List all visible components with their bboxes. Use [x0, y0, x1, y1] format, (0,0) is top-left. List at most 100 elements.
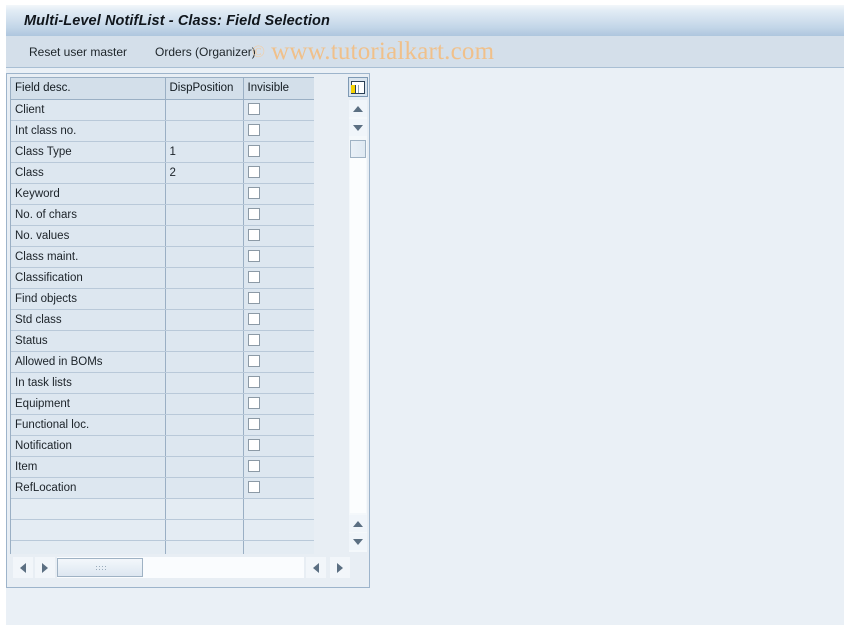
- table-columns-icon[interactable]: [348, 77, 368, 97]
- invisible-checkbox[interactable]: [247, 292, 260, 305]
- arrow-down-icon-bottom[interactable]: [349, 533, 367, 550]
- arrow-right-icon[interactable]: [35, 557, 55, 578]
- cell-disp-position-input[interactable]: [165, 225, 244, 247]
- cell-disp-position-input[interactable]: [165, 183, 244, 205]
- orders-organizer-button[interactable]: Orders (Organizer): [152, 43, 259, 61]
- table-row[interactable]: No. of chars: [11, 204, 314, 226]
- cell-disp-position-input[interactable]: [165, 330, 244, 352]
- horizontal-scrollbar-thumb[interactable]: [57, 558, 143, 577]
- cell-disp-position-input[interactable]: [165, 372, 244, 394]
- invisible-checkbox[interactable]: [247, 229, 260, 242]
- cell-field-desc: Class maint.: [11, 246, 166, 268]
- horizontal-scrollbar-track[interactable]: [57, 557, 304, 578]
- table-row-empty[interactable]: [11, 519, 314, 541]
- page-body: Field desc. DispPosition Invisible Clien…: [6, 68, 844, 625]
- vertical-scrollbar[interactable]: [349, 100, 367, 552]
- table-row[interactable]: Find objects: [11, 288, 314, 310]
- invisible-checkbox[interactable]: [247, 376, 260, 389]
- cell-disp-position-input[interactable]: [165, 288, 244, 310]
- table-row[interactable]: Class 2: [11, 162, 314, 184]
- cell-field-desc: Keyword: [11, 183, 166, 205]
- cell-disp-position-input[interactable]: [165, 267, 244, 289]
- cell-empty: [165, 498, 244, 520]
- table-row[interactable]: Class maint.: [11, 246, 314, 268]
- cell-field-desc: Find objects: [11, 288, 166, 310]
- cell-invisible: [243, 456, 314, 478]
- cell-disp-position-input[interactable]: [165, 120, 244, 142]
- cell-field-desc: Allowed in BOMs: [11, 351, 166, 373]
- table-row[interactable]: No. values: [11, 225, 314, 247]
- cell-field-desc: Classification: [11, 267, 166, 289]
- cell-disp-position-input[interactable]: [165, 99, 244, 121]
- invisible-checkbox[interactable]: [247, 250, 260, 263]
- table-row[interactable]: Keyword: [11, 183, 314, 205]
- cell-invisible: [243, 477, 314, 499]
- invisible-checkbox[interactable]: [247, 481, 260, 494]
- cell-empty: [11, 519, 166, 541]
- vertical-scrollbar-track[interactable]: [350, 158, 366, 513]
- invisible-checkbox[interactable]: [247, 145, 260, 158]
- invisible-checkbox[interactable]: [247, 208, 260, 221]
- invisible-checkbox[interactable]: [247, 166, 260, 179]
- cell-disp-position-input[interactable]: [165, 477, 244, 499]
- cell-disp-position-input[interactable]: [165, 456, 244, 478]
- invisible-checkbox[interactable]: [247, 187, 260, 200]
- table-row-empty[interactable]: [11, 540, 314, 554]
- arrow-up-icon-bottom[interactable]: [349, 515, 367, 532]
- table-row[interactable]: Equipment: [11, 393, 314, 415]
- arrow-down-icon[interactable]: [349, 119, 367, 136]
- cell-disp-position-input[interactable]: [165, 309, 244, 331]
- arrow-left-icon-right[interactable]: [306, 557, 326, 578]
- invisible-checkbox[interactable]: [247, 355, 260, 368]
- table-row[interactable]: RefLocation: [11, 477, 314, 499]
- table-row[interactable]: Allowed in BOMs: [11, 351, 314, 373]
- cell-disp-position-input[interactable]: 2: [165, 162, 244, 184]
- cell-empty: [165, 519, 244, 541]
- invisible-checkbox[interactable]: [247, 334, 260, 347]
- cell-disp-position-input[interactable]: [165, 435, 244, 457]
- column-header-disp-position[interactable]: DispPosition: [165, 78, 244, 100]
- cell-disp-position-input[interactable]: [165, 393, 244, 415]
- invisible-checkbox[interactable]: [247, 439, 260, 452]
- cell-invisible: [243, 414, 314, 436]
- invisible-checkbox[interactable]: [247, 397, 260, 410]
- grip-icon: [94, 564, 106, 571]
- cell-disp-position-input[interactable]: [165, 414, 244, 436]
- cell-invisible: [243, 351, 314, 373]
- invisible-checkbox[interactable]: [247, 124, 260, 137]
- invisible-checkbox[interactable]: [247, 271, 260, 284]
- cell-field-desc: RefLocation: [11, 477, 166, 499]
- table-row[interactable]: Client: [11, 99, 314, 121]
- table-row[interactable]: Functional loc.: [11, 414, 314, 436]
- column-header-invisible[interactable]: Invisible: [243, 78, 314, 100]
- invisible-checkbox[interactable]: [247, 313, 260, 326]
- cell-invisible: [243, 372, 314, 394]
- invisible-checkbox[interactable]: [247, 103, 260, 116]
- cell-invisible: [243, 246, 314, 268]
- table-row[interactable]: Notification: [11, 435, 314, 457]
- table-row[interactable]: Int class no.: [11, 120, 314, 142]
- table-row[interactable]: In task lists: [11, 372, 314, 394]
- table-row[interactable]: Classification: [11, 267, 314, 289]
- cell-disp-position-input[interactable]: [165, 246, 244, 268]
- table-row[interactable]: Class Type 1: [11, 141, 314, 163]
- arrow-right-icon-right[interactable]: [330, 557, 350, 578]
- reset-user-master-button[interactable]: Reset user master: [26, 43, 130, 61]
- cell-disp-position-input[interactable]: [165, 351, 244, 373]
- invisible-checkbox[interactable]: [247, 418, 260, 431]
- arrow-left-icon[interactable]: [13, 557, 33, 578]
- cell-disp-position-input[interactable]: [165, 204, 244, 226]
- cell-empty: [165, 540, 244, 554]
- column-header-field-desc[interactable]: Field desc.: [11, 78, 166, 100]
- table-row[interactable]: Std class: [11, 309, 314, 331]
- cell-disp-position-input[interactable]: 1: [165, 141, 244, 163]
- cell-field-desc: Std class: [11, 309, 166, 331]
- arrow-up-icon[interactable]: [349, 100, 367, 117]
- vertical-scrollbar-thumb[interactable]: [350, 140, 366, 158]
- table-row[interactable]: Item: [11, 456, 314, 478]
- table-row[interactable]: Status: [11, 330, 314, 352]
- window-title-bar: Multi-Level NotifList - Class: Field Sel…: [6, 4, 844, 36]
- invisible-checkbox[interactable]: [247, 460, 260, 473]
- table-row-empty[interactable]: [11, 498, 314, 520]
- horizontal-scrollbar[interactable]: [10, 557, 368, 579]
